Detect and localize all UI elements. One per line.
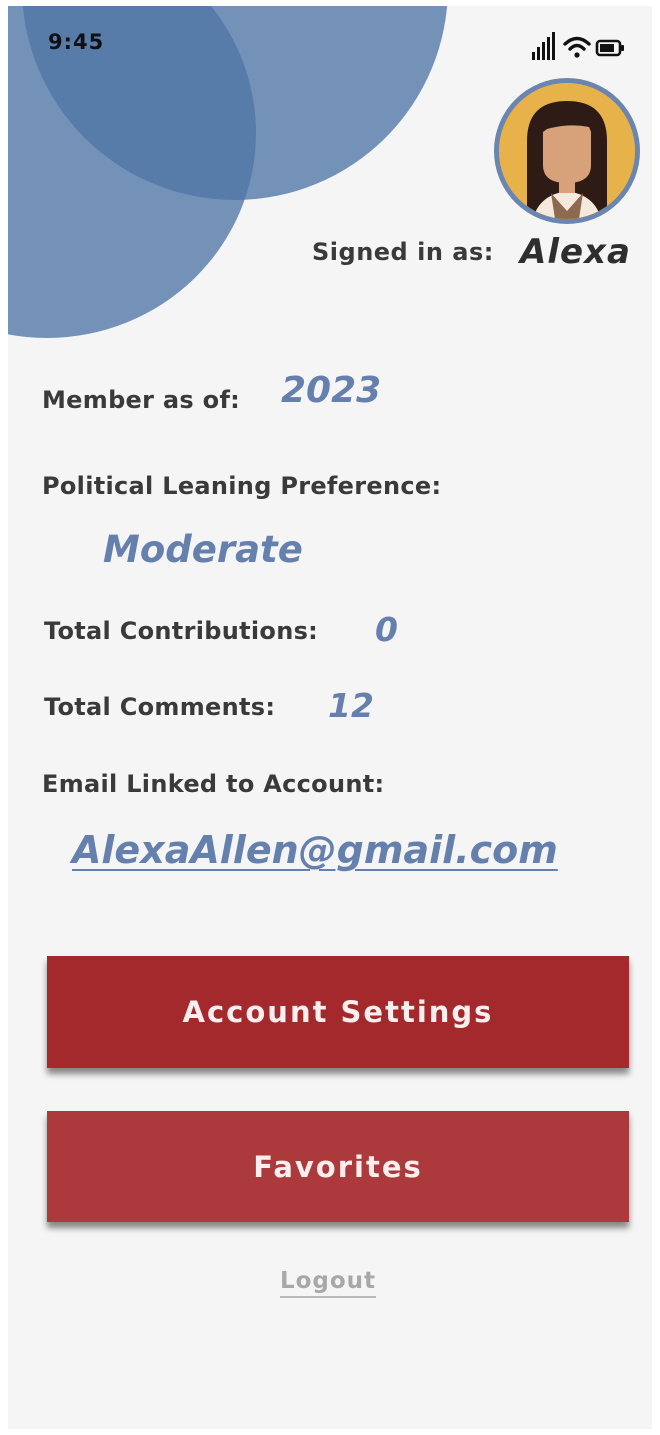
profile-screen: 9:45 Signed in as: Alexa Member as of: 2… <box>8 6 652 1429</box>
logout-link[interactable]: Logout <box>279 1268 377 1298</box>
username: Alexa <box>520 232 631 272</box>
signal-icon <box>532 32 555 60</box>
wifi-icon <box>563 36 591 58</box>
member-since-label: Member as of: <box>42 386 241 414</box>
email-link[interactable]: AlexaAllen@gmail.com <box>72 828 558 872</box>
total-comments-label: Total Comments: <box>44 693 276 721</box>
total-comments-value: 12 <box>328 686 374 725</box>
political-leaning-label: Political Leaning Preference: <box>42 472 442 500</box>
member-since-value: 2023 <box>281 370 382 411</box>
header-decor-circle <box>8 6 256 338</box>
email-label: Email Linked to Account: <box>42 770 385 798</box>
battery-icon <box>595 39 624 57</box>
logout-container: Logout <box>8 1268 652 1298</box>
status-icons <box>530 32 630 62</box>
total-contributions-label: Total Contributions: <box>44 617 319 645</box>
total-contributions-value: 0 <box>375 610 398 649</box>
status-time: 9:45 <box>48 30 105 54</box>
avatar[interactable] <box>494 78 640 224</box>
political-leaning-value: Moderate <box>103 528 303 571</box>
avatar-woman-icon <box>499 83 635 219</box>
account-settings-button[interactable]: Account Settings <box>47 956 629 1068</box>
favorites-button[interactable]: Favorites <box>47 1111 629 1222</box>
signed-in-label: Signed in as: <box>312 238 494 266</box>
